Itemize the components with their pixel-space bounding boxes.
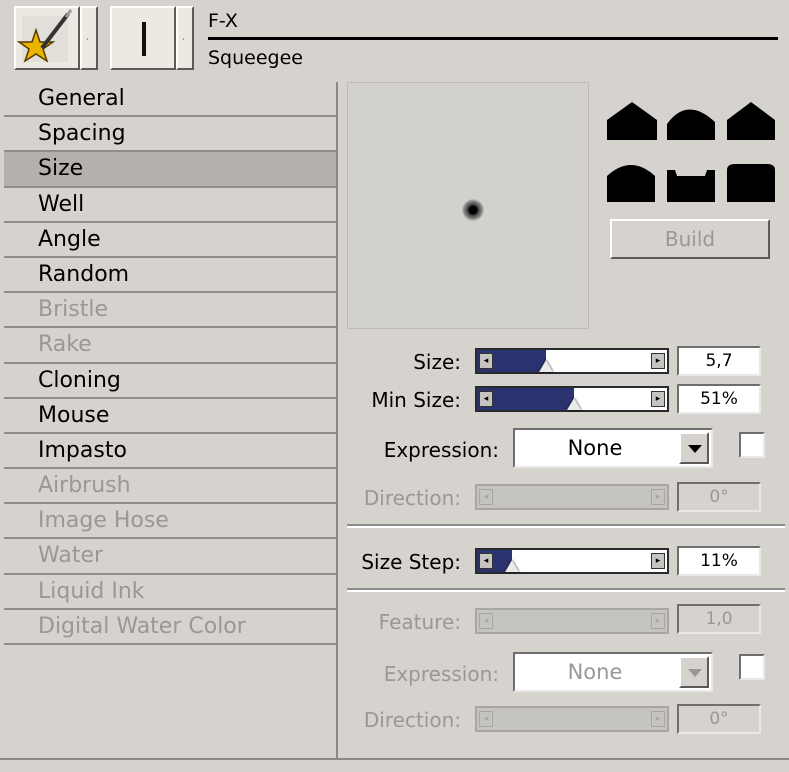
tip-profile-1-icon[interactable] — [607, 102, 657, 140]
size-step-label: Size Step: — [361, 550, 461, 574]
min-size-slider-thumb[interactable] — [566, 398, 581, 410]
chevron-down-icon: · — [182, 35, 185, 44]
size-value-field[interactable]: 5,7 — [677, 346, 761, 376]
expression-invert-checkbox[interactable] — [739, 432, 765, 458]
size-slider[interactable]: ◂ ▸ — [475, 348, 669, 374]
section-divider — [347, 524, 785, 528]
feature-expression-label: Expression: — [383, 662, 499, 686]
build-button[interactable]: Build — [610, 219, 770, 259]
expression-label: Expression: — [383, 438, 499, 462]
category-item-water[interactable]: Water — [4, 539, 336, 575]
slider-left-arrow-icon: ◂ — [479, 711, 493, 727]
chevron-down-icon — [688, 445, 702, 453]
feature-label: Feature: — [378, 610, 461, 634]
slider-left-arrow-icon: ◂ — [479, 489, 493, 505]
brush-controls-category-list: General Spacing Size Well Angle Random B… — [4, 82, 338, 758]
size-step-slider-thumb[interactable] — [504, 560, 519, 572]
tip-profile-group — [607, 102, 775, 202]
tip-profile-3-icon[interactable] — [727, 102, 775, 140]
slider-left-arrow-icon[interactable]: ◂ — [479, 353, 493, 369]
size-step-value-field[interactable]: 11% — [677, 546, 761, 576]
slider-right-arrow-icon[interactable]: ▸ — [651, 353, 665, 369]
feature-direction-value-field[interactable]: 0° — [677, 704, 761, 734]
direction-slider[interactable]: ◂ ▸ — [475, 484, 669, 510]
category-item-spacing[interactable]: Spacing — [4, 117, 336, 153]
slider-left-arrow-icon[interactable]: ◂ — [479, 553, 493, 569]
chevron-down-icon: · — [86, 35, 89, 44]
brush-category-dropdown[interactable]: · — [80, 6, 98, 70]
tip-profile-4-icon[interactable] — [607, 165, 655, 202]
section-divider — [347, 588, 785, 592]
brush-stroke-icon — [142, 22, 146, 56]
category-item-rake[interactable]: Rake — [4, 328, 336, 364]
brush-dab — [462, 199, 484, 221]
category-item-airbrush[interactable]: Airbrush — [4, 469, 336, 505]
category-item-well[interactable]: Well — [4, 188, 336, 223]
feature-expression-select[interactable]: None — [513, 652, 713, 692]
category-item-angle[interactable]: Angle — [4, 223, 336, 258]
feature-direction-label: Direction: — [363, 708, 461, 732]
size-step-slider[interactable]: ◂ ▸ — [475, 548, 669, 574]
size-slider-thumb[interactable] — [538, 360, 553, 372]
category-item-liquid-ink[interactable]: Liquid Ink — [4, 575, 336, 610]
list-empty-area — [4, 645, 336, 765]
feature-direction-slider[interactable]: ◂ ▸ — [475, 706, 669, 732]
slider-right-arrow-icon[interactable]: ▸ — [651, 553, 665, 569]
slider-left-arrow-icon[interactable]: ◂ — [479, 391, 493, 407]
brush-selector-bar: · · F-X Squeegee — [0, 0, 789, 80]
tip-profile-6-icon[interactable] — [727, 164, 775, 202]
expression-selected-value: None — [567, 436, 623, 460]
category-item-digital-water-color[interactable]: Digital Water Color — [4, 610, 336, 645]
feature-slider[interactable]: ◂ ▸ — [475, 608, 669, 634]
tip-profile-2-icon[interactable] — [667, 109, 715, 140]
slider-right-arrow-icon: ▸ — [651, 711, 665, 727]
category-item-cloning[interactable]: Cloning — [4, 364, 336, 399]
slider-right-arrow-icon: ▸ — [651, 489, 665, 505]
feature-expression-invert-checkbox[interactable] — [739, 654, 765, 680]
category-item-bristle[interactable]: Bristle — [4, 293, 336, 329]
brush-variant-name: Squeegee — [208, 47, 303, 69]
size-settings-panel: Build Size: ◂ ▸ 5,7 Min Size: ◂ ▸ 51% Ex… — [339, 82, 789, 758]
category-item-size[interactable]: Size — [4, 152, 336, 188]
brush-variant-dropdown[interactable]: · — [176, 6, 194, 70]
category-item-random[interactable]: Random — [4, 258, 336, 294]
title-divider — [208, 37, 778, 40]
category-item-mouse[interactable]: Mouse — [4, 399, 336, 434]
tip-profile-5-icon[interactable] — [667, 170, 715, 202]
slider-right-arrow-icon[interactable]: ▸ — [651, 391, 665, 407]
direction-label: Direction: — [363, 486, 461, 510]
size-label: Size: — [413, 350, 461, 374]
chevron-down-icon — [688, 669, 702, 677]
category-item-image-hose[interactable]: Image Hose — [4, 504, 336, 540]
brush-dab-preview — [347, 82, 589, 329]
brush-category-button[interactable] — [14, 6, 80, 70]
min-size-slider[interactable]: ◂ ▸ — [475, 386, 669, 412]
fx-star-brush-icon — [16, 9, 73, 63]
feature-expression-selected-value: None — [567, 660, 623, 684]
brush-variant-button[interactable] — [110, 6, 176, 70]
slider-right-arrow-icon: ▸ — [651, 613, 665, 629]
category-item-general[interactable]: General — [4, 82, 336, 118]
expression-select[interactable]: None — [513, 428, 713, 468]
feature-value-field[interactable]: 1,0 — [677, 604, 761, 634]
feature-expression-dropdown-button[interactable] — [679, 656, 709, 688]
min-size-label: Min Size: — [371, 388, 461, 412]
expression-dropdown-button[interactable] — [679, 432, 709, 464]
min-size-value-field[interactable]: 51% — [677, 384, 761, 414]
category-item-impasto[interactable]: Impasto — [4, 434, 336, 470]
slider-left-arrow-icon: ◂ — [479, 613, 493, 629]
direction-value-field[interactable]: 0° — [677, 482, 761, 512]
brush-category-name: F-X — [208, 10, 238, 32]
